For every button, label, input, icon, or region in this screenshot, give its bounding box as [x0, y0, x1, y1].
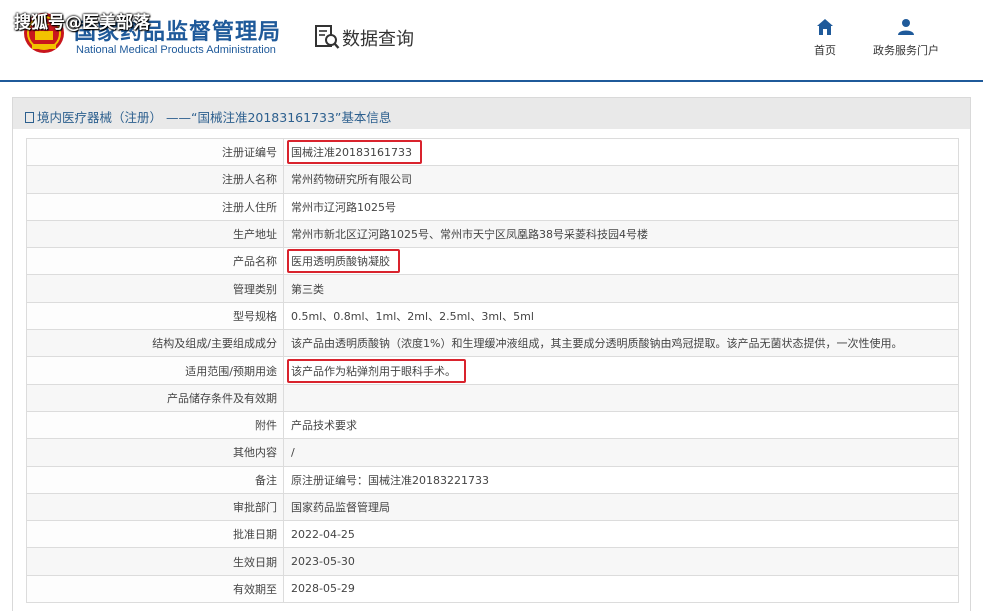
- field-value: /: [291, 445, 295, 459]
- field-value-cell: 2022-04-25: [283, 520, 959, 549]
- table-row: 附件 产品技术要求: [26, 410, 959, 440]
- highlighted-field-value: 该产品作为粘弹剂用于眼科手术。: [287, 358, 466, 383]
- field-value: 原注册证编号：国械注准20183221733: [291, 473, 489, 487]
- field-value: 0.5ml、0.8ml、1ml、2ml、2.5ml、3ml、5ml: [291, 309, 534, 323]
- table-row: 有效期至 2028-05-29: [26, 574, 959, 604]
- field-label: 有效期至: [26, 574, 284, 604]
- field-value-cell: /: [283, 438, 959, 467]
- panel-body: 注册证编号 国械注准20183161733 注册人名称 常州药物研究所有限公司 注册人住…: [13, 129, 970, 611]
- field-label: 注册人名称: [26, 165, 284, 194]
- field-value-cell: 0.5ml、0.8ml、1ml、2ml、2.5ml、3ml、5ml: [283, 301, 959, 331]
- field-value-cell: 该产品由透明质酸钠（浓度1%）和生理缓冲液组成，其主要成分透明质酸钠由鸡冠提取。…: [283, 329, 959, 358]
- field-value-cell: 原注册证编号：国械注准20183221733: [283, 465, 959, 494]
- home-icon: [817, 19, 833, 35]
- field-label: 产品储存条件及有效期: [26, 383, 284, 412]
- highlighted-field-value: 医用透明质酸钠凝胶: [287, 249, 400, 274]
- field-value-cell: 产品技术要求: [283, 410, 959, 440]
- site-header: 国家药品监督管理局 National Medical Products Admi…: [0, 0, 983, 82]
- table-row: 注册证编号 国械注准20183161733: [26, 137, 959, 167]
- field-value: 常州市辽河路1025号: [291, 200, 396, 214]
- table-row: 生效日期 2023-05-30: [26, 547, 959, 576]
- field-label: 生效日期: [26, 547, 284, 576]
- field-value: 常州药物研究所有限公司: [291, 173, 412, 187]
- field-value-cell: 国械注准20183161733: [283, 137, 959, 167]
- field-label: 型号规格: [26, 301, 284, 331]
- field-label: 适用范围/预期用途: [26, 356, 284, 385]
- field-label: 审批部门: [26, 492, 284, 522]
- table-row: 产品储存条件及有效期: [26, 383, 959, 412]
- field-value: 常州市新北区辽河路1025号、常州市天宁区凤凰路38号采菱科技园4号楼: [291, 228, 648, 242]
- field-value: 该产品由透明质酸钠（浓度1%）和生理缓冲液组成，其主要成分透明质酸钠由鸡冠提取。…: [291, 337, 903, 351]
- nav-service-portal[interactable]: 政务服务门户: [866, 18, 946, 58]
- table-row: 审批部门 国家药品监督管理局: [26, 492, 959, 522]
- field-label: 其他内容: [26, 438, 284, 467]
- field-label: 管理类别: [26, 274, 284, 303]
- field-label: 产品名称: [26, 247, 284, 276]
- table-row: 批准日期 2022-04-25: [26, 520, 959, 549]
- field-value: 国家药品监督管理局: [291, 501, 390, 514]
- site-logo-subtitle: National Medical Products Administration: [76, 44, 276, 56]
- panel-title-text: 境内医疗器械（注册） ——“国械注准20183161733”基本信息: [37, 110, 392, 125]
- field-value: 2022-04-25: [291, 527, 355, 541]
- field-label: 注册人住所: [26, 192, 284, 221]
- detail-table: 注册证编号 国械注准20183161733 注册人名称 常州药物研究所有限公司 注册人住…: [26, 137, 959, 604]
- table-row: 注册人住所 常州市辽河路1025号: [26, 192, 959, 221]
- table-row: 产品名称 医用透明质酸钠凝胶: [26, 247, 959, 276]
- table-row: 型号规格 0.5ml、0.8ml、1ml、2ml、2.5ml、3ml、5ml: [26, 301, 959, 331]
- field-value-cell: 医用透明质酸钠凝胶: [283, 247, 959, 276]
- field-value: 2028-05-29: [291, 582, 355, 596]
- field-value: 2023-05-30: [291, 555, 355, 569]
- field-value: 第三类: [291, 282, 324, 296]
- field-label: 生产地址: [26, 219, 284, 249]
- watermark: 搜狐号@医美部落: [14, 13, 150, 33]
- info-panel: 境内医疗器械（注册） ——“国械注准20183161733”基本信息 注册证编号…: [12, 97, 971, 611]
- table-row: 适用范围/预期用途 该产品作为粘弹剂用于眼科手术。: [26, 356, 959, 385]
- table-row: 生产地址 常州市新北区辽河路1025号、常州市天宁区凤凰路38号采菱科技园4号楼: [26, 219, 959, 249]
- field-value-cell: 常州市新北区辽河路1025号、常州市天宁区凤凰路38号采菱科技园4号楼: [283, 219, 959, 249]
- nav-home[interactable]: 首页: [804, 18, 846, 58]
- panel-title: 境内医疗器械（注册） ——“国械注准20183161733”基本信息: [25, 107, 391, 126]
- highlighted-field-value: 国械注准20183161733: [287, 140, 422, 165]
- page-title: 数据查询: [342, 29, 414, 50]
- table-row: 注册人名称 常州药物研究所有限公司: [26, 165, 959, 194]
- table-row: 管理类别 第三类: [26, 274, 959, 303]
- field-value-cell: [283, 383, 959, 412]
- field-value-cell: 2028-05-29: [283, 574, 959, 604]
- nav-service-portal-label: 政务服务门户: [873, 44, 939, 57]
- field-label: 结构及组成/主要组成成分: [26, 329, 284, 358]
- field-value-cell: 常州市辽河路1025号: [283, 192, 959, 221]
- field-value-cell: 常州药物研究所有限公司: [283, 165, 959, 194]
- field-label: 备注: [26, 465, 284, 494]
- field-label: 批准日期: [26, 520, 284, 549]
- data-query-icon: [315, 25, 340, 49]
- field-value-cell: 第三类: [283, 274, 959, 303]
- field-label: 注册证编号: [26, 137, 284, 167]
- field-label: 附件: [26, 410, 284, 440]
- table-row: 结构及组成/主要组成成分 该产品由透明质酸钠（浓度1%）和生理缓冲液组成，其主要成…: [26, 329, 959, 358]
- nav-home-label: 首页: [814, 44, 836, 57]
- field-value-cell: 该产品作为粘弹剂用于眼科手术。: [283, 356, 959, 385]
- document-icon: [25, 112, 34, 123]
- field-value-cell: 2023-05-30: [283, 547, 959, 576]
- table-row: 其他内容 /: [26, 438, 959, 467]
- field-value: 产品技术要求: [291, 419, 357, 433]
- table-row: 备注 原注册证编号：国械注准20183221733: [26, 465, 959, 494]
- user-icon: [898, 19, 914, 35]
- field-value-cell: 国家药品监督管理局: [283, 492, 959, 522]
